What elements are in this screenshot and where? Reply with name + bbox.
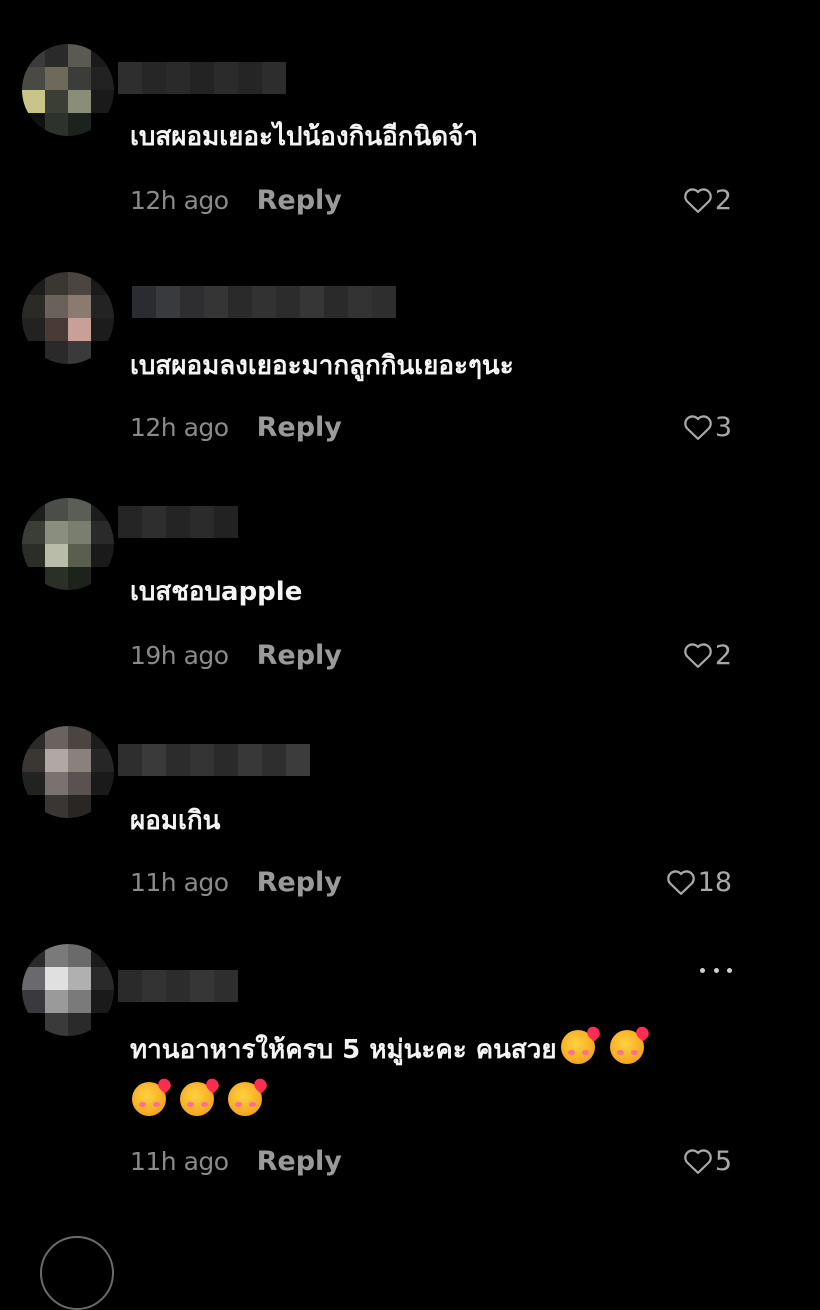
like-button[interactable]: 18 [666,862,732,902]
reply-button[interactable]: Reply [257,867,342,898]
heart-icon [684,415,712,440]
like-button[interactable]: 2 [683,635,732,675]
heart-icon [684,643,712,668]
comment-text-line: ทานอาหารให้ครบ 5 หมู่นะคะ คนสวย [130,1035,557,1065]
reply-button[interactable]: Reply [257,412,342,443]
like-count: 2 [714,639,732,671]
heart-icon [684,1149,712,1174]
like-count: 2 [714,184,732,216]
heart-icon [684,188,712,213]
comment-meta: 11h ago Reply [130,862,342,902]
smiling-face-with-hearts-icon [560,1030,595,1064]
comment-time: 11h ago [130,867,229,897]
username-blurred[interactable] [118,506,238,538]
avatar[interactable] [22,944,114,1036]
username-blurred[interactable] [118,744,310,776]
like-button[interactable]: 3 [683,407,732,447]
comment-time: 12h ago [130,185,229,215]
avatar[interactable] [22,44,114,136]
like-button[interactable]: 2 [683,180,732,220]
comment-meta: 12h ago Reply [130,407,342,447]
more-options-icon[interactable] [700,960,732,980]
like-count: 5 [714,1145,732,1177]
reply-button[interactable]: Reply [257,1146,342,1177]
avatar[interactable] [22,272,114,364]
comment-text: เบสผอมลงเยอะมากลูกกินเยอะๆนะ [130,351,514,381]
avatar[interactable] [22,726,114,818]
comment-text: ผอมเกิน [130,806,221,836]
comment-time: 19h ago [130,640,229,670]
comment-time: 11h ago [130,1146,229,1176]
comment-meta: 19h ago Reply [130,635,342,675]
comment-time: 12h ago [130,412,229,442]
reply-button[interactable]: Reply [257,185,342,216]
like-count: 18 [697,866,732,898]
comment-meta: 12h ago Reply [130,180,342,220]
comment-text: ทานอาหารให้ครบ 5 หมู่นะคะ คนสวย [130,1024,750,1128]
comment-text: เบสผอมเยอะไปน้องกินอีกนิดจ้า [130,122,478,152]
comment-text: เบสชอบapple [130,577,303,607]
comment-meta: 11h ago Reply [130,1141,342,1181]
avatar[interactable] [22,498,114,590]
username-blurred[interactable] [132,286,396,318]
smiling-face-with-hearts-icon [132,1082,166,1116]
reply-button[interactable]: Reply [257,640,342,671]
smiling-face-with-hearts-icon [180,1082,214,1116]
like-count: 3 [714,411,732,443]
username-blurred[interactable] [118,970,238,1002]
smiling-face-with-hearts-icon [228,1082,262,1116]
heart-icon [666,870,695,895]
avatar[interactable] [40,1236,114,1310]
like-button[interactable]: 5 [683,1141,732,1181]
smiling-face-with-hearts-icon [609,1030,644,1064]
username-blurred[interactable] [118,62,286,94]
